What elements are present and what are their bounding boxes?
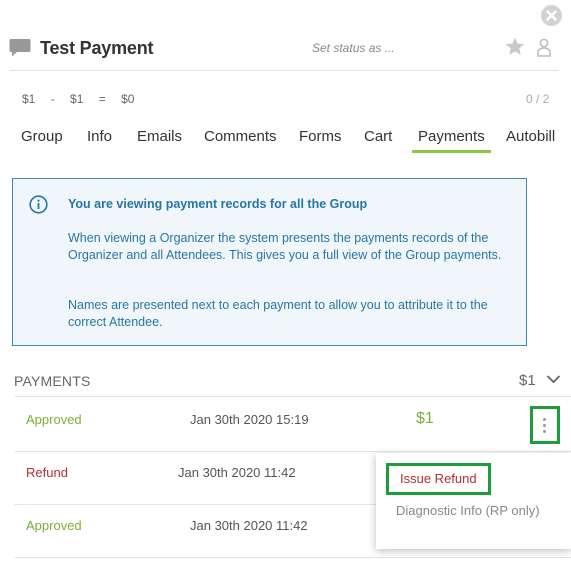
- chevron-down-icon[interactable]: [546, 374, 561, 384]
- info-notice: You are viewing payment records for all …: [12, 178, 527, 346]
- kebab-dot: [543, 424, 546, 427]
- tab-payments[interactable]: Payments: [412, 128, 491, 153]
- person-icon[interactable]: [537, 38, 551, 58]
- status-select[interactable]: Set status as ...: [312, 41, 395, 55]
- record-header: Test Payment Set status as ...: [0, 0, 571, 72]
- row-divider: [14, 557, 571, 558]
- payment-status: Approved: [26, 518, 82, 533]
- diagnostic-info-menu-item[interactable]: Diagnostic Info (RP only): [396, 503, 540, 518]
- tab-info[interactable]: Info: [87, 128, 112, 152]
- payment-date: Jan 30th 2020 11:42: [178, 465, 296, 480]
- balance-summary: $1 - $1 = $0: [22, 92, 134, 106]
- row-actions-button[interactable]: [530, 406, 560, 444]
- tab-cart[interactable]: Cart: [364, 128, 392, 152]
- info-paragraph-1: When viewing a Organizer the system pres…: [68, 231, 502, 262]
- tab-emails[interactable]: Emails: [137, 128, 182, 152]
- payments-heading: PAYMENTS: [14, 373, 91, 389]
- info-paragraph-2: Names are presented next to each payment…: [68, 298, 488, 329]
- payment-date: Jan 30th 2020 15:19: [190, 412, 309, 427]
- payment-status: Approved: [26, 412, 82, 427]
- issue-refund-menu-item[interactable]: Issue Refund: [386, 463, 491, 495]
- payments-total: $1: [519, 372, 536, 389]
- summary-amount-b: $1: [70, 92, 84, 106]
- payment-date: Jan 30th 2020 11:42: [190, 518, 308, 533]
- tab-bar: Group Info Emails Comments Forms Cart Pa…: [0, 128, 571, 154]
- info-title: You are viewing payment records for all …: [68, 197, 368, 211]
- tab-group[interactable]: Group: [21, 128, 63, 152]
- tab-autobill[interactable]: Autobill: [506, 128, 555, 152]
- summary-operator-equals: =: [98, 92, 106, 106]
- header-divider: [10, 70, 559, 71]
- payment-status: Refund: [26, 465, 68, 480]
- payment-amount: $1: [416, 410, 434, 427]
- kebab-dot: [543, 430, 546, 433]
- table-row[interactable]: Approved Jan 30th 2020 15:19 $1: [14, 398, 571, 451]
- star-icon[interactable]: [505, 37, 525, 56]
- page-title: Test Payment: [40, 38, 154, 58]
- summary-operator-minus: -: [50, 92, 55, 106]
- attendee-count: 0 / 2: [526, 92, 550, 106]
- summary-result: $0: [121, 92, 135, 106]
- kebab-dot: [543, 418, 546, 421]
- tab-comments[interactable]: Comments: [204, 128, 277, 152]
- chat-icon: [9, 39, 31, 57]
- summary-amount-a: $1: [22, 92, 36, 106]
- tab-forms[interactable]: Forms: [299, 128, 342, 152]
- row-divider: [14, 396, 571, 397]
- info-icon: [29, 195, 48, 214]
- row-actions-menu: Issue Refund Diagnostic Info (RP only): [376, 453, 571, 549]
